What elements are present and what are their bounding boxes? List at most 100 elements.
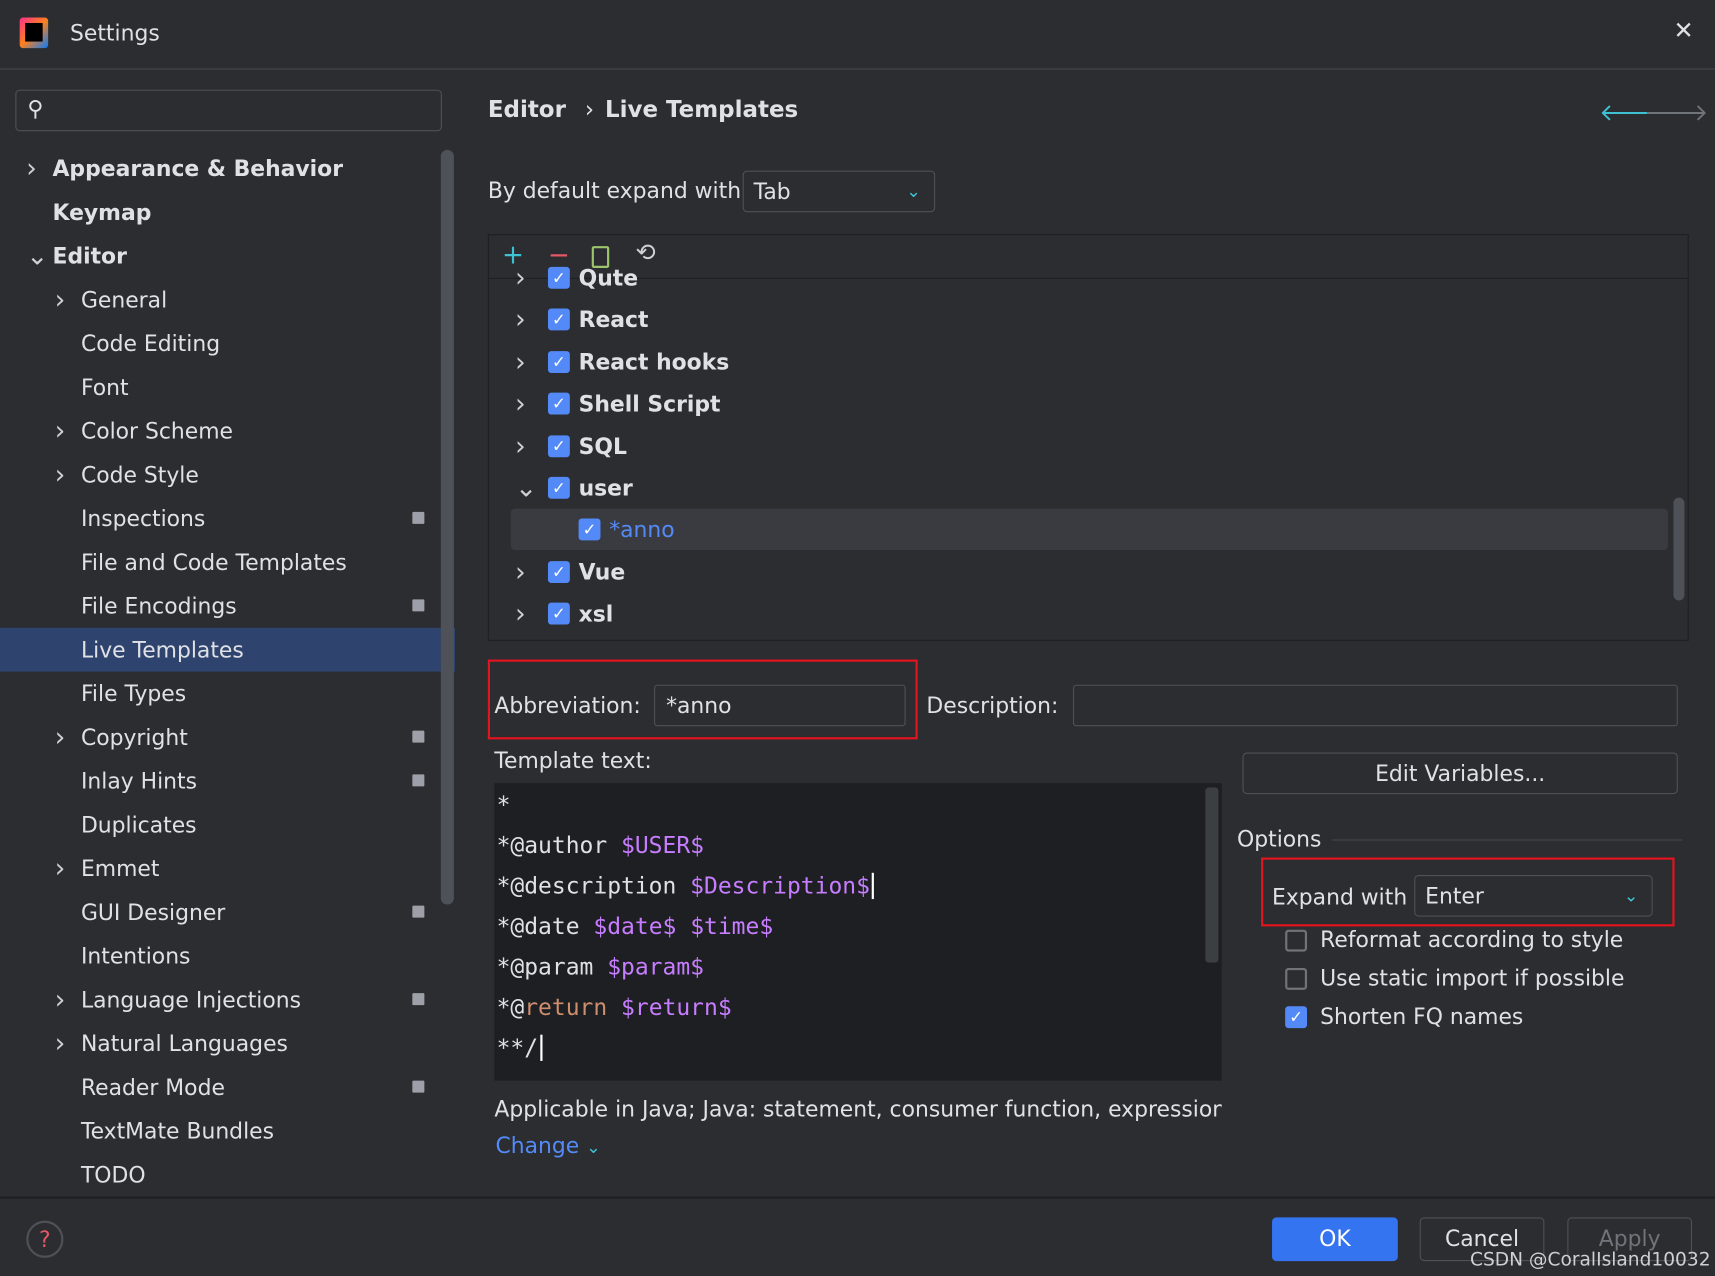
code-token: *@author [496, 832, 622, 859]
breadcrumb: Editor › Live Templates [488, 96, 798, 122]
sidebar-item[interactable]: Duplicates [0, 803, 455, 847]
chevron-right-icon[interactable]: › [515, 383, 526, 425]
chevron-right-icon[interactable]: › [55, 847, 66, 891]
expand-with-value: Enter [1425, 882, 1484, 909]
checkbox[interactable]: ✓ [547, 434, 570, 457]
chevron-right-icon[interactable]: › [515, 593, 526, 635]
close-icon[interactable]: ✕ [1673, 18, 1693, 45]
forward-arrow-icon[interactable]: 🡒 [1644, 98, 1709, 127]
checkbox[interactable] [1285, 967, 1308, 990]
template-tree-row[interactable]: › ✓ xsl [489, 593, 1670, 635]
chevron-right-icon[interactable]: › [55, 409, 66, 453]
settings-search-input[interactable]: ⚲ [15, 89, 442, 132]
chevron-right-icon[interactable]: › [515, 341, 526, 383]
sidebar-item-label: Font [80, 374, 129, 401]
chevron-right-icon[interactable]: › [515, 425, 526, 467]
chevron-right-icon[interactable]: › [26, 147, 37, 191]
chevron-right-icon[interactable]: › [515, 551, 526, 593]
chevron-right-icon[interactable]: › [55, 1022, 66, 1066]
breadcrumb-current: Live Templates [604, 96, 799, 123]
checkbox[interactable]: ✓ [547, 392, 570, 415]
checkbox[interactable]: ✓ [578, 518, 601, 541]
chevron-right-icon[interactable]: › [515, 257, 526, 299]
checkbox[interactable] [1285, 929, 1308, 952]
chevron-right-icon[interactable]: › [55, 978, 66, 1022]
template-tree-row[interactable]: › ✓ Shell Script [489, 383, 1670, 425]
sidebar-scrollbar[interactable] [440, 149, 454, 905]
sidebar-item[interactable]: › Language Injections [0, 978, 455, 1022]
template-tree-row[interactable]: › ✓ React hooks [489, 341, 1670, 383]
sidebar-item[interactable]: File Types [0, 672, 455, 716]
chevron-right-icon[interactable]: › [55, 453, 66, 497]
template-tree-row[interactable]: › ✓ React [489, 299, 1670, 341]
breadcrumb-parent[interactable]: Editor [488, 96, 566, 122]
sidebar-item[interactable]: Inlay Hints [0, 759, 455, 803]
chevron-down-icon: ⌄ [586, 1136, 601, 1158]
sidebar-item[interactable]: Inspections [0, 497, 455, 541]
template-label: user [578, 474, 633, 501]
chevron-right-icon[interactable]: › [55, 278, 66, 322]
template-tree-row[interactable]: › ✓ Qute [489, 257, 1670, 299]
sidebar-item[interactable]: Keymap [0, 190, 455, 234]
sidebar-item[interactable]: Reader Mode [0, 1065, 455, 1109]
expand-with-combo[interactable]: Enter ⌄ [1414, 875, 1653, 917]
checkbox[interactable]: ✓ [547, 350, 570, 373]
default-expand-combo[interactable]: Tab ⌄ [742, 170, 936, 213]
checkbox[interactable]: ✓ [547, 308, 570, 331]
description-label: Description: [926, 692, 1059, 719]
checkbox[interactable]: ✓ [547, 266, 570, 289]
sidebar-item[interactable]: Intentions [0, 934, 455, 978]
breadcrumb-separator: › [584, 96, 595, 123]
option-label[interactable]: Use static import if possible [1320, 965, 1624, 991]
sidebar-item[interactable]: TODO [0, 1153, 455, 1197]
template-tree-row[interactable]: › ✓ Vue [489, 551, 1670, 593]
help-icon[interactable]: ? [26, 1220, 64, 1258]
editor-scrollbar[interactable] [1205, 787, 1219, 963]
sidebar-item[interactable]: Live Templates [0, 627, 455, 672]
default-expand-label: By default expand with [487, 177, 742, 204]
sidebar-item[interactable]: File and Code Templates [0, 540, 455, 584]
sidebar-item[interactable]: TextMate Bundles [0, 1109, 455, 1153]
chevron-right-icon[interactable]: › [55, 715, 66, 759]
template-text-editor[interactable]: * *@author $USER$ *@description $Descripti… [494, 783, 1222, 1081]
sidebar-item-label: File and Code Templates [80, 549, 347, 576]
checkbox[interactable]: ✓ [547, 560, 570, 583]
tree-scrollbar[interactable] [1673, 497, 1685, 601]
edit-variables-button[interactable]: Edit Variables... [1242, 752, 1678, 795]
description-input[interactable] [1072, 684, 1678, 727]
change-link[interactable]: Change ⌄ [495, 1132, 600, 1158]
sidebar-item-label: Reader Mode [80, 1074, 225, 1101]
chevron-down-icon[interactable]: ⌄ [515, 467, 537, 509]
window-title: Settings [70, 19, 160, 46]
sidebar-item[interactable]: ⌄ Editor [0, 234, 455, 278]
checkbox[interactable]: ✓ [1285, 1006, 1308, 1029]
text-cursor: ​ [872, 872, 875, 900]
sidebar-item[interactable]: › General [0, 278, 455, 322]
sidebar-item[interactable]: Code Editing [0, 322, 455, 366]
option-label[interactable]: Shorten FQ names [1320, 1003, 1523, 1029]
code-line: *@description $Description$​ [497, 872, 875, 900]
template-tree-row[interactable]: ✓ *anno [510, 509, 1668, 551]
checkbox[interactable]: ✓ [547, 602, 570, 625]
code-line: *@return $return$ [497, 994, 732, 1020]
sidebar-item-label: Inspections [80, 505, 206, 532]
ok-button[interactable]: OK [1272, 1217, 1398, 1262]
chevron-right-icon[interactable]: › [515, 299, 526, 341]
template-tree-row[interactable]: › ✓ SQL [489, 425, 1670, 467]
sidebar-item[interactable]: › Appearance & Behavior [0, 147, 455, 191]
sidebar-item[interactable]: Font [0, 365, 455, 409]
sidebar-item[interactable]: › Natural Languages [0, 1022, 455, 1066]
sidebar-item[interactable]: GUI Designer [0, 890, 455, 934]
sidebar-item[interactable]: › Code Style [0, 453, 455, 497]
project-settings-icon [412, 730, 425, 743]
chevron-down-icon[interactable]: ⌄ [26, 234, 48, 278]
template-tree-row[interactable]: ⌄ ✓ user [489, 467, 1670, 509]
sidebar-item[interactable]: › Emmet [0, 847, 455, 891]
checkbox[interactable]: ✓ [547, 476, 570, 499]
sidebar-item[interactable]: File Encodings [0, 584, 455, 628]
sidebar-item[interactable]: › Color Scheme [0, 409, 455, 453]
abbreviation-input[interactable]: *anno [654, 684, 906, 727]
option-label[interactable]: Reformat according to style [1320, 926, 1623, 952]
sidebar-item-label: TextMate Bundles [80, 1117, 275, 1145]
sidebar-item[interactable]: › Copyright [0, 715, 455, 759]
